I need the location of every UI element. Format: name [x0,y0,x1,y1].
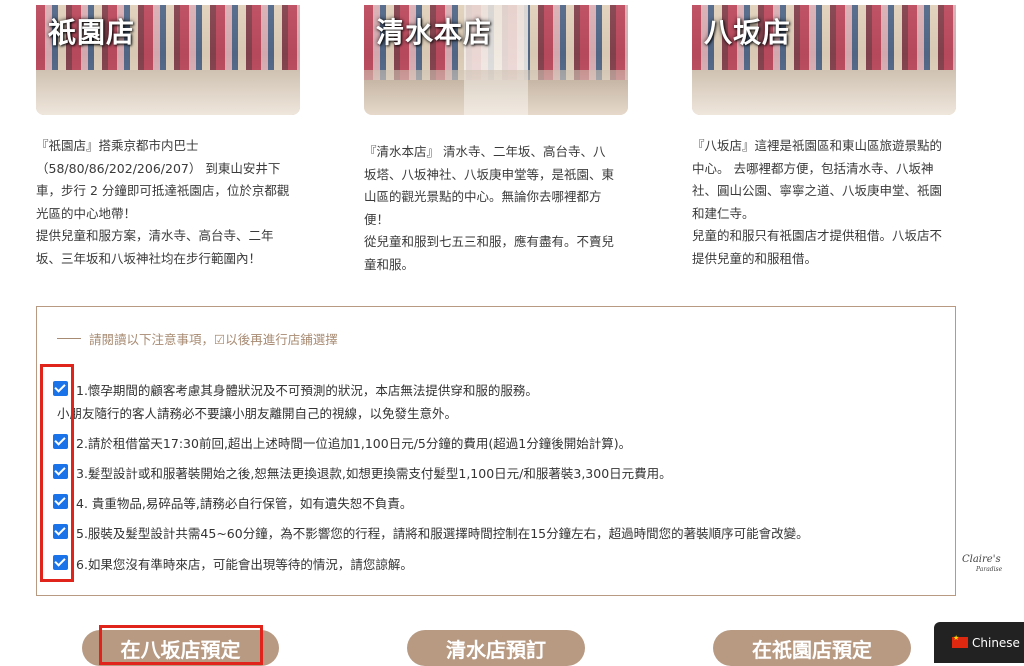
language-switcher[interactable]: Chinese [934,622,1024,663]
china-flag-icon [952,634,968,648]
notice-heading: 請閱讀以下注意事項，☑以後再進行店鋪選擇 [57,329,338,348]
store-name: 清水本店 [376,16,493,49]
button-highlight-frame [99,625,263,665]
language-label: Chinese [972,635,1020,650]
checkbox-highlight-frame [40,364,74,582]
store-description-yasaka: 『八坂店』這裡是祇園區和東山區旅遊景點的 中心。 去哪裡都方便，包括清水寺、八坂神… [692,138,943,266]
store-name: 八坂店 [704,16,792,49]
store-image-yasaka: 八坂店 [692,5,956,115]
store-card-yasaka: 八坂店 [692,5,956,115]
store-card-kiyomizu: 清水本店 [364,5,628,115]
notice-item-4[interactable]: 4. 貴重物品,易碎品等,請務必自行保管，如有遺失恕不負責。 [53,493,412,512]
notice-item-5[interactable]: 5.服裝及髮型設計共需45~60分鐘，為不影響您的行程，請將和服選擇時間控制在1… [53,523,809,542]
store-image-gion: 祇園店 [36,5,300,115]
store-image-kiyomizu: 清水本店 [364,5,628,115]
store-description-kiyomizu: 『清水本店』 清水寺、二年坂、高台寺、八 坂塔、八坂神社、八坂庚申堂等，是祇園、東… [364,144,615,272]
store-card-gion: 祇園店 [36,5,300,115]
notice-item-3[interactable]: 3.髮型設計或和服著裝開始之後,恕無法更換退款,如想更換需支付髮型1,100日元… [53,463,672,482]
store-description-gion: 『祇園店』搭乘京都市内巴士 （58/80/86/202/206/207） 到東山安… [36,138,290,266]
notice-item-1-sub: 小朋友隨行的客人請務必不要讓小朋友離開自己的視線，以免發生意外。 [57,406,458,421]
book-kiyomizu-button[interactable]: 清水店預訂 [407,630,585,666]
book-gion-button[interactable]: 在祇園店預定 [713,630,911,666]
store-name: 祇園店 [48,16,136,49]
notice-item-6[interactable]: 6.如果您沒有準時來店，可能會出現等待的情況，請您諒解。 [53,554,413,573]
notice-item-1[interactable]: 1.懷孕期間的顧客考慮其身體狀況及不可預測的狀況，本店無法提供穿和服的服務。 [53,380,538,399]
heading-dash [57,338,81,339]
notice-item-2[interactable]: 2.請於租借當天17:30前回,超出上述時間一位追加1,100日元/5分鐘的費用… [53,433,631,452]
brand-watermark: Claire's Paradise [962,554,1003,574]
